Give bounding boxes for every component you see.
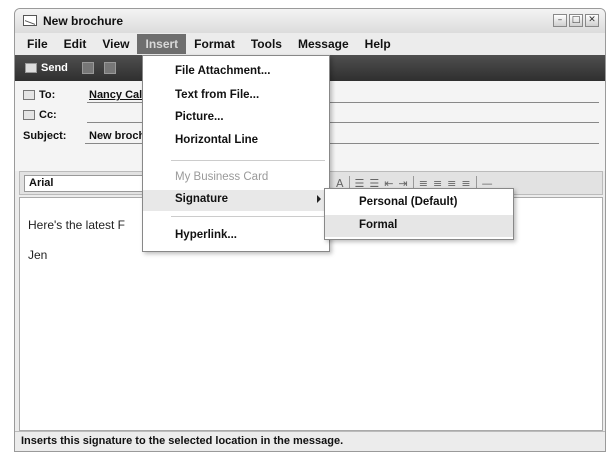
to-value: Nancy Cal — [89, 89, 143, 101]
font-select[interactable]: Arial — [24, 175, 154, 192]
envelope-icon — [23, 15, 37, 26]
menu-bar: File Edit View Insert Format Tools Messa… — [15, 33, 605, 55]
menu-separator — [171, 216, 325, 217]
send-label: Send — [41, 62, 68, 74]
message-line: Jen — [28, 248, 48, 262]
signature-submenu: Personal (Default) Formal — [324, 188, 514, 240]
menu-insert[interactable]: Insert — [137, 34, 187, 54]
menu-item-hyperlink[interactable]: Hyperlink... — [143, 226, 329, 247]
window-controls: – □ ✕ — [553, 14, 599, 27]
address-book-icon[interactable] — [23, 90, 35, 100]
menu-item-signature[interactable]: Signature — [143, 190, 329, 211]
address-book-icon[interactable] — [23, 110, 35, 120]
menu-edit[interactable]: Edit — [56, 34, 95, 54]
subject-value: New broch — [89, 130, 146, 142]
title-bar: New brochure – □ ✕ — [15, 9, 605, 33]
menu-item-picture[interactable]: Picture... — [143, 108, 329, 129]
to-row: To: — [23, 89, 55, 101]
submenu-arrow-icon — [317, 195, 321, 203]
subject-label: Subject: — [23, 130, 67, 142]
cc-row: Cc: — [23, 109, 57, 121]
message-line: Here's the latest F — [28, 218, 125, 232]
copy-icon[interactable] — [103, 62, 116, 74]
signature-label: Signature — [175, 193, 229, 205]
status-bar: Inserts this signature to the selected l… — [15, 431, 605, 451]
menu-view[interactable]: View — [94, 34, 137, 54]
menu-file[interactable]: File — [19, 34, 56, 54]
menu-help[interactable]: Help — [357, 34, 399, 54]
menu-item-business-card: My Business Card — [175, 171, 269, 183]
menu-item-text-from-file[interactable]: Text from File... — [143, 86, 329, 107]
cut-icon[interactable] — [81, 62, 94, 74]
submenu-item-personal[interactable]: Personal (Default) — [325, 192, 513, 214]
subject-row: Subject: — [23, 130, 66, 142]
menu-separator — [171, 160, 325, 161]
minimize-button[interactable]: – — [553, 14, 567, 27]
menu-tools[interactable]: Tools — [243, 34, 290, 54]
menu-item-horizontal-line[interactable]: Horizontal Line — [143, 131, 329, 152]
menu-item-file-attachment[interactable]: File Attachment... — [143, 62, 329, 83]
window-title: New brochure — [43, 14, 124, 28]
maximize-button[interactable]: □ — [569, 14, 583, 27]
to-label: To: — [39, 89, 56, 101]
close-button[interactable]: ✕ — [585, 14, 599, 27]
menu-format[interactable]: Format — [186, 34, 243, 54]
send-icon — [25, 63, 37, 73]
menu-message[interactable]: Message — [290, 34, 357, 54]
cc-label: Cc: — [39, 109, 57, 121]
send-button[interactable]: Send — [21, 60, 72, 76]
insert-menu: File Attachment... Text from File... Pic… — [142, 55, 330, 252]
submenu-item-formal[interactable]: Formal — [325, 215, 513, 237]
